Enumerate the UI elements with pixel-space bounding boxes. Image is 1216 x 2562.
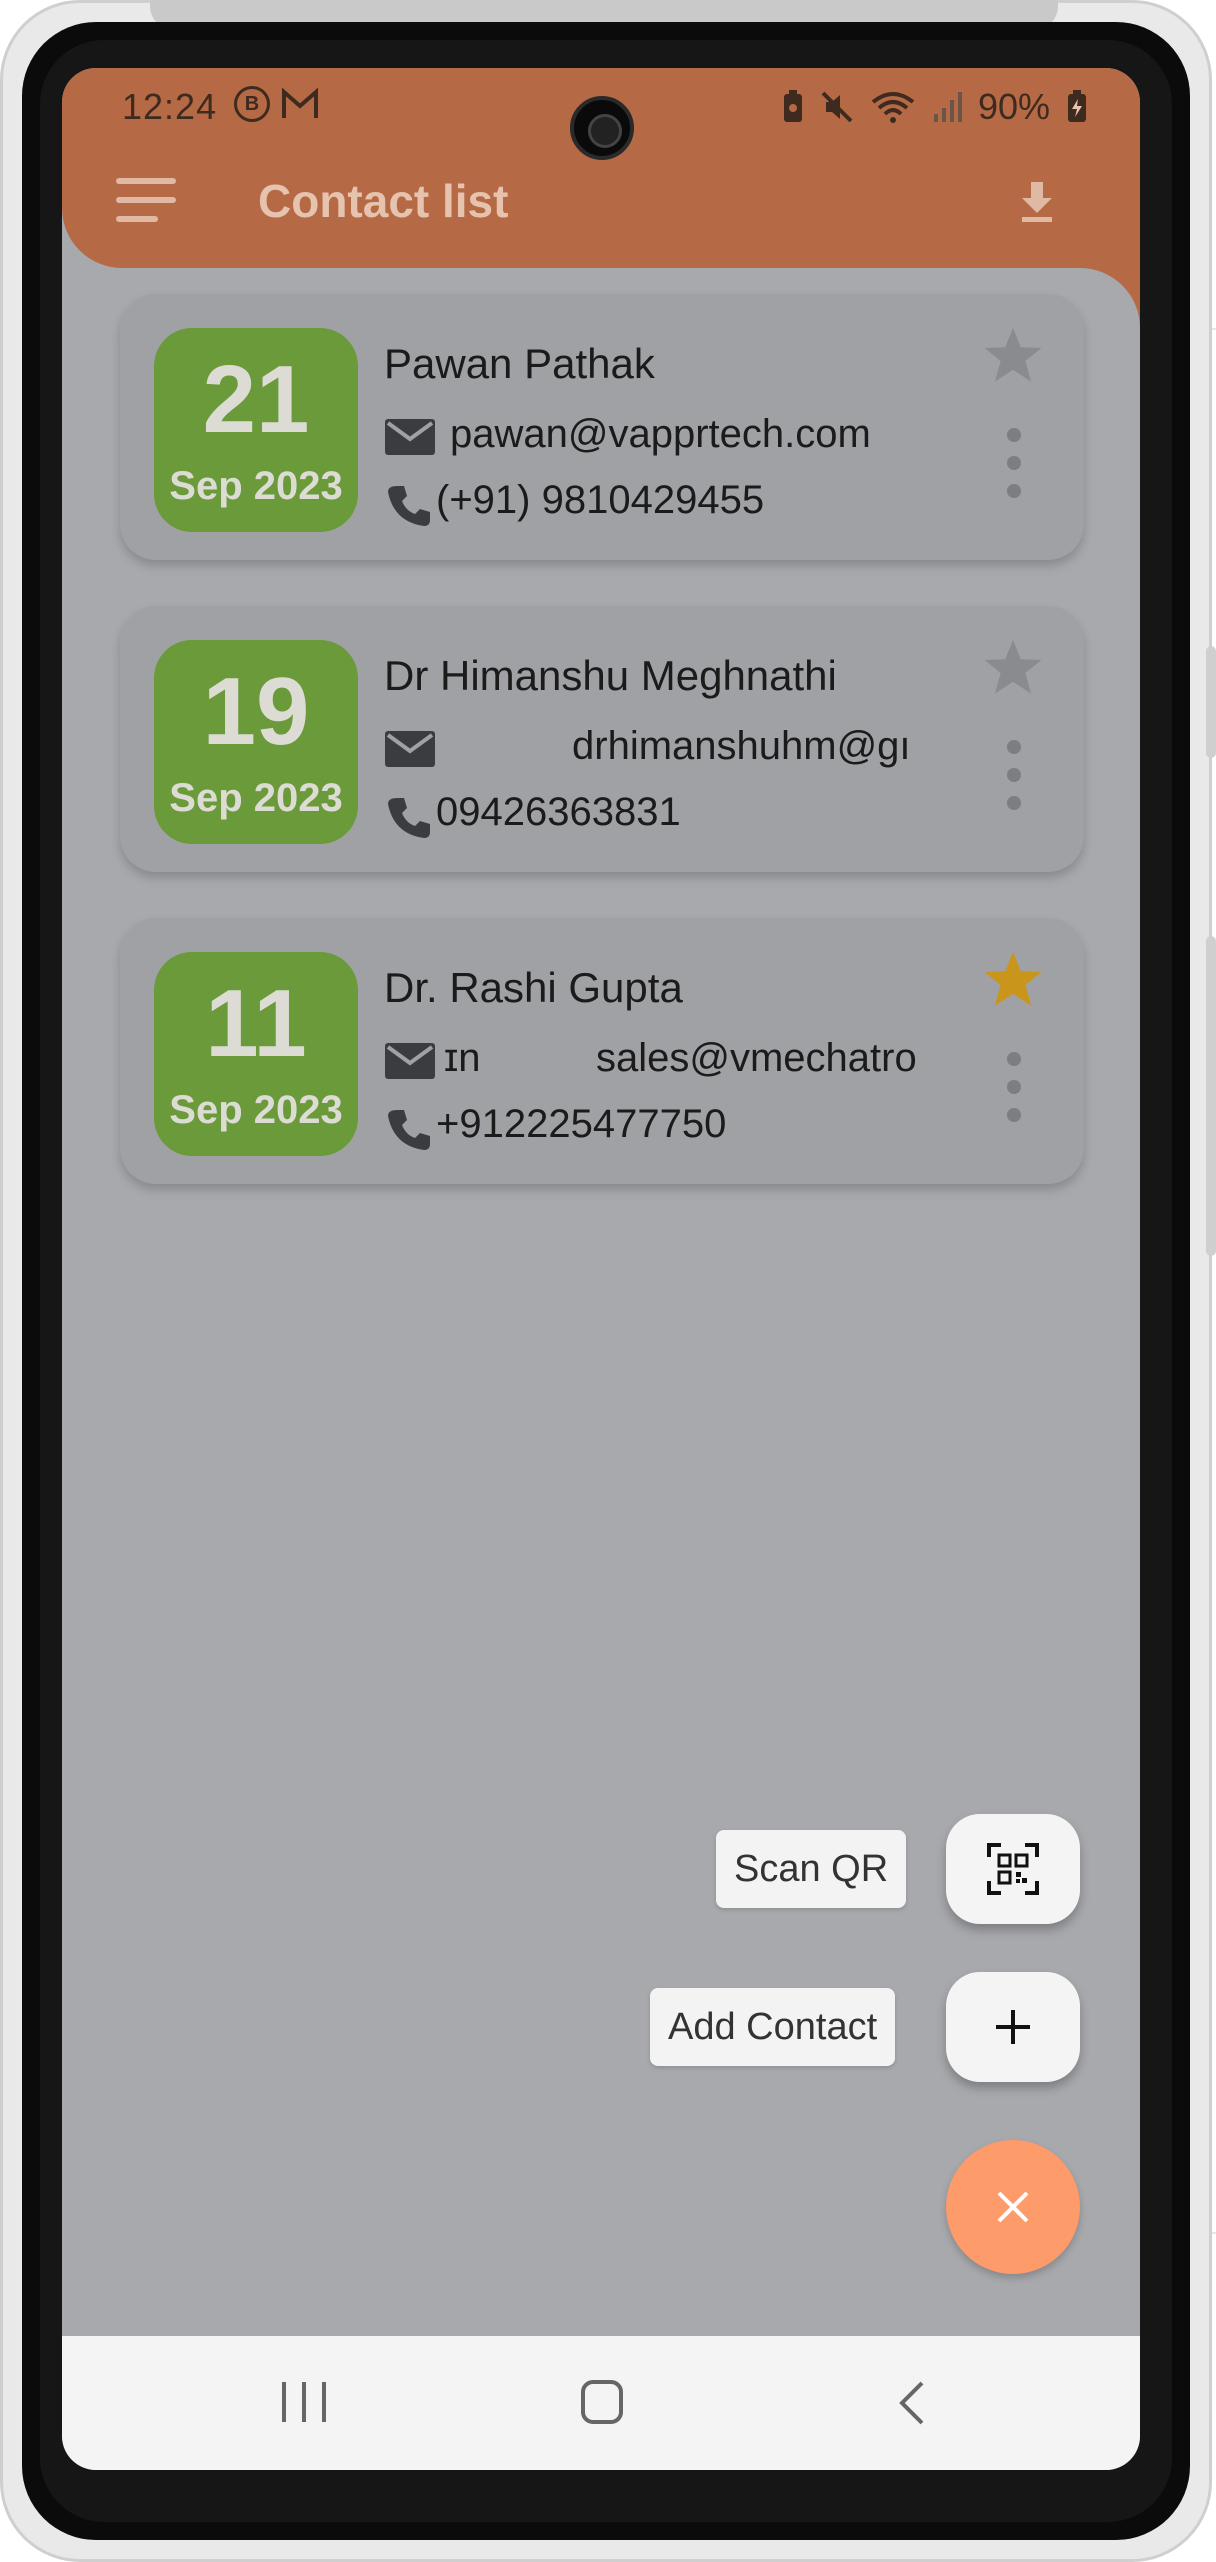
- qr-scan-icon: [987, 1843, 1039, 1895]
- gmail-icon: [282, 87, 318, 118]
- add-contact-label[interactable]: Add Contact: [650, 1988, 896, 2066]
- contact-card[interactable]: 21 Sep 2023 Pawan Pathak pawan@vapprtech…: [120, 294, 1084, 560]
- status-left-icons: B: [234, 86, 320, 122]
- contact-email-row: ɪn sales@vmechatro: [384, 1036, 940, 1088]
- date-badge: 19 Sep 2023: [154, 640, 358, 844]
- contact-card[interactable]: 11 Sep 2023 Dr. Rashi Gupta ɪn sales@vme…: [120, 918, 1084, 1184]
- battery-saver-icon: [783, 90, 802, 122]
- volume-button: [1206, 646, 1216, 758]
- date-month-year: Sep 2023: [169, 1088, 343, 1132]
- battery-charging-icon: [1068, 90, 1086, 122]
- contact-name: Dr Himanshu Meghnathi: [384, 652, 837, 699]
- contact-card[interactable]: 19 Sep 2023 Dr Himanshu Meghnathi drhima…: [120, 606, 1084, 872]
- contact-name: Pawan Pathak: [384, 340, 655, 387]
- hamburger-menu-icon[interactable]: [116, 178, 176, 222]
- scan-qr-label[interactable]: Scan QR: [716, 1830, 907, 1908]
- close-fab-button[interactable]: [946, 2140, 1080, 2274]
- signal-icon: [933, 92, 962, 122]
- date-month-year: Sep 2023: [169, 776, 343, 820]
- date-day: 19: [202, 658, 310, 765]
- contact-email: pawan@vapprtech.com: [450, 412, 871, 456]
- phone-icon: [388, 1110, 430, 1150]
- page-title: Contact list: [258, 175, 509, 227]
- status-right-icons: 90%: [782, 86, 1088, 128]
- mail-icon: [385, 1043, 435, 1079]
- contact-email-prefix: ɪn: [444, 1036, 481, 1080]
- contact-email: drhimanshuhm@gı: [572, 724, 911, 768]
- power-button: [1206, 936, 1216, 1256]
- recents-icon[interactable]: [282, 2382, 326, 2422]
- contact-phone: 09426363831: [436, 790, 681, 834]
- navigation-bar: [62, 2336, 1140, 2470]
- contact-email-row: pawan@vapprtech.com: [384, 412, 940, 464]
- contact-phone: (+91) 9810429455: [436, 478, 765, 522]
- contact-email-row: drhimanshuhm@gı: [384, 724, 940, 776]
- b-circle-icon: B: [234, 86, 270, 122]
- date-day: 11: [205, 970, 307, 1077]
- back-icon[interactable]: [892, 2380, 932, 2426]
- wifi-icon: [871, 92, 915, 123]
- contact-email: sales@vmechatro: [596, 1036, 917, 1080]
- contact-phone: +912225477750: [436, 1102, 727, 1146]
- contact-name: Dr. Rashi Gupta: [384, 964, 683, 1011]
- date-badge: 11 Sep 2023: [154, 952, 358, 1156]
- download-icon[interactable]: [1012, 176, 1062, 226]
- date-badge: 21 Sep 2023: [154, 328, 358, 532]
- more-options-icon[interactable]: [1006, 740, 1022, 810]
- close-icon: [997, 2191, 1029, 2223]
- app-bar-curve: [1080, 268, 1140, 328]
- screen: 12:24 B 90% Contact list 21 Sep 2023 Paw…: [62, 68, 1140, 2470]
- date-day: 21: [202, 346, 310, 453]
- mail-icon: [385, 419, 435, 455]
- mute-icon: [821, 91, 853, 123]
- home-icon[interactable]: [581, 2380, 623, 2424]
- front-camera: [570, 96, 634, 160]
- more-options-icon[interactable]: [1006, 1052, 1022, 1122]
- star-icon[interactable]: [982, 636, 1044, 698]
- more-options-icon[interactable]: [1006, 428, 1022, 498]
- star-icon-active[interactable]: [982, 948, 1044, 1010]
- phone-icon: [388, 486, 430, 526]
- battery-percent: 90%: [977, 86, 1050, 127]
- phone-icon: [388, 798, 430, 838]
- date-month-year: Sep 2023: [169, 464, 343, 508]
- scan-qr-button[interactable]: [946, 1814, 1080, 1924]
- mail-icon: [385, 731, 435, 767]
- add-contact-button[interactable]: [946, 1972, 1080, 2082]
- plus-icon: [996, 2010, 1030, 2044]
- star-icon[interactable]: [982, 324, 1044, 386]
- status-time: 12:24: [122, 86, 218, 127]
